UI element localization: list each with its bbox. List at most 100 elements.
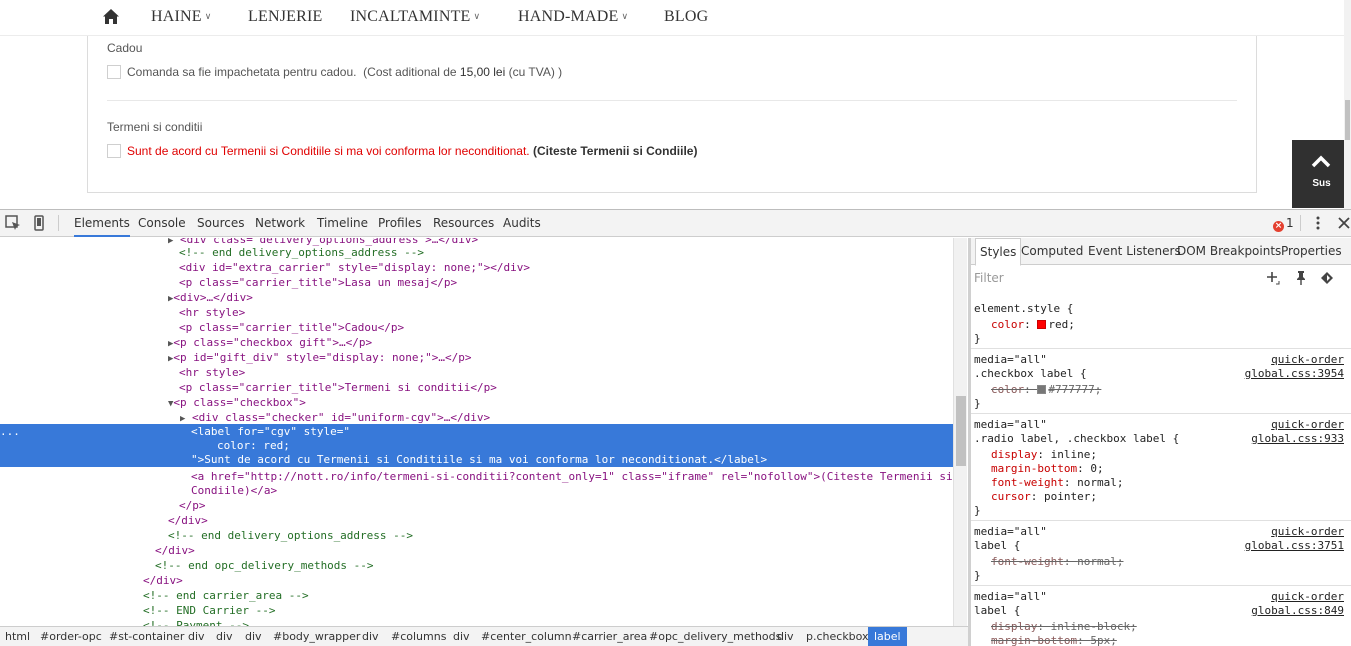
breadcrumb-item-active[interactable]: label [868,627,907,646]
rule-source-link[interactable]: global.css:849 [1251,604,1344,617]
css-declaration[interactable]: margin-bottom: 0; [991,462,1104,476]
inspect-element-icon[interactable] [5,215,21,231]
breadcrumb-item[interactable]: #opc_delivery_methods [649,627,781,646]
terms-checkbox-label[interactable]: Sunt de acord cu Termenii si Conditiile … [127,144,530,158]
dom-comment[interactable]: <!-- END Carrier --> [143,603,275,618]
tab-styles[interactable]: Styles [975,238,1022,266]
breadcrumb-item[interactable]: #columns [391,627,446,646]
css-declaration-overridden[interactable]: margin-bottom: 5px; [991,634,1117,646]
rule-selector[interactable]: label { [974,539,1020,553]
tab-elements[interactable]: Elements [74,210,130,237]
dom-line[interactable]: </div> [155,543,195,558]
page-scrollbar[interactable] [1344,0,1351,210]
rule-source-link[interactable]: global.css:3954 [1245,367,1344,380]
rule-selector[interactable]: .checkbox label { [974,367,1087,381]
rule-source-link[interactable]: global.css:933 [1251,432,1344,445]
expand-triangle-icon[interactable]: ▶ [180,414,185,424]
breadcrumb-item[interactable]: html [5,627,30,646]
dom-line[interactable]: ">Sunt de acord cu Termenii si Conditiil… [191,452,767,467]
dom-line[interactable]: </div> [143,573,183,588]
home-icon[interactable] [102,8,120,26]
rule-media-source[interactable]: quick-order [1271,418,1344,431]
nav-item-hand-made[interactable]: HAND-MADE ∨ [518,8,628,26]
dom-line[interactable]: <hr style> [179,305,245,320]
dom-line[interactable]: ▶<p class="checkbox gift">…</p> [168,335,372,350]
close-icon[interactable] [1336,215,1351,231]
dom-line[interactable]: ▶<div>…</div> [168,290,253,305]
tab-computed[interactable]: Computed [1021,238,1083,265]
rule-selector[interactable]: .radio label, .checkbox label { [974,432,1179,446]
breadcrumb-item[interactable]: #body_wrapper [273,627,360,646]
nav-item-haine[interactable]: HAINE ∨ [151,8,212,26]
dom-comment[interactable]: <!-- Payment --> [143,618,249,626]
back-to-top-button[interactable]: Sus [1292,140,1351,208]
breadcrumb-item[interactable]: div [245,627,262,646]
breadcrumb-item[interactable]: div [777,627,794,646]
css-declaration[interactable]: font-weight: normal; [991,476,1123,490]
nav-item-incaltaminte[interactable]: INCALTAMINTE ∨ [350,8,480,26]
rule-media-source[interactable]: quick-order [1271,525,1344,538]
breadcrumb-item[interactable]: #st-container [109,627,184,646]
dom-line[interactable]: color: red; [217,438,290,453]
color-swatch-icon[interactable] [1037,320,1047,329]
nav-item-lenjerie[interactable]: LENJERIE [248,8,322,26]
tab-properties[interactable]: Properties [1281,238,1342,265]
gift-checkbox[interactable] [107,65,121,79]
dom-line[interactable]: <hr style> [179,365,245,380]
breadcrumb-item[interactable]: div [453,627,470,646]
rule-selector[interactable]: element.style { [974,302,1073,316]
tab-dom-breakpoints[interactable]: DOM Breakpoints [1177,238,1281,265]
tab-resources[interactable]: Resources [433,210,494,237]
breadcrumb-item[interactable]: div [362,627,379,646]
error-counter[interactable]: × 1 [1273,216,1294,232]
page-scrollbar-thumb[interactable] [1345,100,1350,140]
dom-line[interactable]: ▶<p id="gift_div" style="display: none;"… [168,350,471,365]
css-declaration[interactable]: cursor: pointer; [991,490,1097,504]
dom-line[interactable]: ▼<p class="checkbox"> [168,395,306,410]
css-declaration-overridden[interactable]: font-weight: normal; [991,555,1123,569]
dom-line[interactable]: <a href="http://nott.ro/info/termeni-si-… [191,469,953,484]
breadcrumb-item[interactable]: #center_column [481,627,572,646]
dom-tree[interactable]: ... <label for="cgv" style=" color: red;… [0,238,953,626]
css-declaration-overridden[interactable]: color: #777777; [991,383,1101,397]
dom-line[interactable]: <div id="extra_carrier" style="display: … [179,260,530,275]
new-style-rule-icon[interactable] [1265,270,1281,286]
css-declaration[interactable]: color: red; [991,318,1075,332]
tab-audits[interactable]: Audits [503,210,541,237]
dom-line[interactable]: ▶ <div class="checker" id="uniform-cgv">… [180,410,490,425]
rule-media-source[interactable]: quick-order [1271,353,1344,366]
rule-media-source[interactable]: quick-order [1271,590,1344,603]
rule-source-link[interactable]: global.css:3751 [1245,539,1344,552]
tab-profiles[interactable]: Profiles [378,210,422,237]
dom-comment[interactable]: <!-- end carrier_area --> [143,588,309,603]
pin-icon[interactable] [1293,270,1309,286]
breadcrumb-item[interactable]: #order-opc [40,627,102,646]
breadcrumb-item[interactable]: #carrier_area [572,627,647,646]
tab-timeline[interactable]: Timeline [317,210,368,237]
device-mode-icon[interactable] [31,215,47,231]
dom-tree-scrollbar-thumb[interactable] [956,396,966,466]
dom-tree-scrollbar[interactable] [953,238,967,626]
toggle-element-state-icon[interactable] [1319,270,1335,286]
tab-network[interactable]: Network [255,210,305,237]
gift-checkbox-label[interactable]: Comanda sa fie impachetata pentru cadou. [127,65,356,79]
terms-link[interactable]: (Citeste Termenii si Condiile) [533,144,697,158]
dom-comment[interactable]: <!-- end delivery_options_address --> [168,528,413,543]
css-declaration-overridden[interactable]: display: inline-block; [991,620,1137,634]
breadcrumb-item[interactable]: div [216,627,233,646]
rule-selector[interactable]: label { [974,604,1020,618]
tab-console[interactable]: Console [138,210,186,237]
dom-line[interactable]: </div> [168,513,208,528]
selected-node-highlight[interactable]: ... <label for="cgv" style=" color: red;… [0,424,953,467]
dom-comment[interactable]: <!-- end delivery_options_address --> [179,245,424,260]
dom-line[interactable]: <p class="carrier_title">Termeni si cond… [179,380,497,395]
tab-event-listeners[interactable]: Event Listeners [1088,238,1181,265]
dom-line[interactable]: </p> [179,498,206,513]
dom-comment[interactable]: <!-- end opc_delivery_methods --> [155,558,374,573]
nav-item-blog[interactable]: BLOG [664,8,708,26]
color-swatch-icon[interactable] [1037,385,1047,394]
tab-sources[interactable]: Sources [197,210,244,237]
dom-line[interactable]: Condiile)</a> [191,483,277,498]
styles-filter-input[interactable]: Filter [974,271,1004,285]
breadcrumb-item[interactable]: p.checkbox [806,627,869,646]
